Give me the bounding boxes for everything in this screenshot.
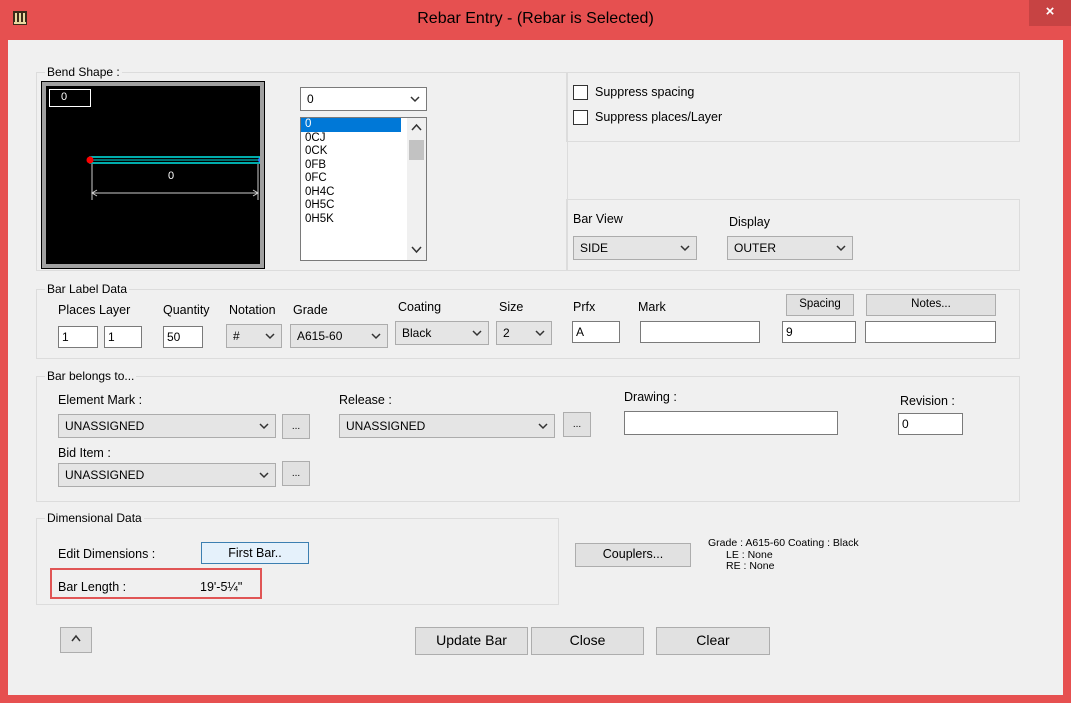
- release-browse-button[interactable]: ...: [563, 412, 591, 437]
- notation-value: #: [233, 329, 240, 343]
- release-select[interactable]: UNASSIGNED: [339, 414, 555, 438]
- bar-belongs-title: Bar belongs to...: [45, 369, 137, 383]
- clear-button[interactable]: Clear: [656, 627, 770, 655]
- bar-shape-drawing: [86, 156, 260, 200]
- chevron-down-icon: [410, 96, 420, 103]
- notation-label: Notation: [229, 303, 276, 317]
- bar-label-data-title: Bar Label Data: [45, 282, 130, 296]
- places-input[interactable]: 1: [58, 326, 98, 348]
- close-icon[interactable]: ×: [1029, 0, 1071, 26]
- chevron-down-icon: [535, 330, 545, 337]
- grade-select[interactable]: A615-60: [290, 324, 388, 348]
- drawing-label: Drawing :: [624, 390, 677, 404]
- spacing-button[interactable]: Spacing: [786, 294, 854, 316]
- quantity-label: Quantity: [163, 303, 210, 317]
- window-title: Rebar Entry - (Rebar is Selected): [417, 10, 654, 27]
- couplers-button[interactable]: Couplers...: [575, 543, 691, 567]
- chevron-down-icon[interactable]: [411, 246, 422, 254]
- update-bar-button[interactable]: Update Bar: [415, 627, 528, 655]
- bend-shape-select[interactable]: 0: [300, 87, 427, 111]
- suppress-spacing-checkbox[interactable]: [573, 85, 588, 100]
- notes-input[interactable]: [865, 321, 996, 343]
- chevron-down-icon: [836, 245, 846, 252]
- suppress-group: [566, 72, 1020, 142]
- bend-shape-canvas: 0 0: [41, 81, 265, 269]
- release-value: UNASSIGNED: [346, 419, 426, 433]
- highlight-box: [50, 568, 262, 599]
- chevron-down-icon: [265, 333, 275, 340]
- element-mark-value: UNASSIGNED: [65, 419, 145, 433]
- display-select[interactable]: OUTER: [727, 236, 853, 260]
- info-grade-coating: Grade : A615-60 Coating : Black: [708, 537, 859, 549]
- mark-input[interactable]: [640, 321, 760, 343]
- grade-value: A615-60: [297, 329, 343, 343]
- scroll-thumb[interactable]: [409, 140, 424, 160]
- size-value: 2: [503, 326, 510, 340]
- chevron-down-icon: [259, 423, 269, 430]
- chevron-down-icon: [680, 245, 690, 252]
- edit-dimensions-label: Edit Dimensions :: [58, 547, 156, 561]
- chevron-down-icon: [371, 333, 381, 340]
- bar-view-label: Bar View: [573, 212, 623, 226]
- bend-shape-title: Bend Shape :: [45, 65, 122, 79]
- dimension-label: 0: [168, 170, 175, 182]
- notation-select[interactable]: #: [226, 324, 282, 348]
- suppress-places-checkbox[interactable]: [573, 110, 588, 125]
- list-scrollbar[interactable]: [407, 118, 426, 260]
- revision-label: Revision :: [900, 394, 955, 408]
- suppress-places-label: Suppress places/Layer: [595, 110, 723, 124]
- release-label: Release :: [339, 393, 392, 407]
- title-bar: Rebar Entry - (Rebar is Selected) ×: [0, 0, 1071, 40]
- size-select[interactable]: 2: [496, 321, 552, 345]
- bid-item-label: Bid Item :: [58, 446, 111, 460]
- bend-shape-list[interactable]: 0 0CJ 0CK 0FB 0FC 0H4C 0H5C 0H5K: [300, 117, 427, 261]
- list-item[interactable]: 0: [301, 118, 401, 132]
- chevron-up-icon[interactable]: [411, 123, 422, 131]
- info-re: RE : None: [726, 560, 775, 572]
- drawing-input[interactable]: [624, 411, 838, 435]
- coating-value: Black: [402, 326, 432, 340]
- bend-shape-value: 0: [307, 92, 314, 106]
- coating-label: Coating: [398, 300, 442, 314]
- dimensional-data-title: Dimensional Data: [45, 511, 144, 525]
- first-bar-button[interactable]: First Bar..: [201, 542, 309, 564]
- bar-view-value: SIDE: [580, 241, 609, 255]
- bid-item-browse-button[interactable]: ...: [282, 461, 310, 486]
- bid-item-value: UNASSIGNED: [65, 468, 145, 482]
- prfx-label: Prfx: [573, 300, 596, 314]
- revision-input[interactable]: 0: [898, 413, 963, 435]
- bid-item-select[interactable]: UNASSIGNED: [58, 463, 276, 487]
- notes-button[interactable]: Notes...: [866, 294, 996, 316]
- grade-label: Grade: [293, 303, 328, 317]
- places-layer-label: Places Layer: [58, 303, 131, 317]
- layer-input[interactable]: 1: [104, 326, 142, 348]
- chevron-down-icon: [259, 472, 269, 479]
- chevron-down-icon: [538, 423, 548, 430]
- close-button[interactable]: Close: [531, 627, 644, 655]
- quantity-input[interactable]: 50: [163, 326, 203, 348]
- mark-label: Mark: [638, 300, 666, 314]
- collapse-button[interactable]: [60, 627, 92, 653]
- chevron-up-icon: [71, 634, 81, 642]
- dialog-body: Bend Shape : 0 0 0 0 0CJ 0CK 0FB 0FC 0H4…: [8, 40, 1063, 695]
- display-label: Display: [729, 215, 770, 229]
- bar-view-select[interactable]: SIDE: [573, 236, 697, 260]
- coating-select[interactable]: Black: [395, 321, 489, 345]
- display-value: OUTER: [734, 241, 776, 255]
- element-mark-browse-button[interactable]: ...: [282, 414, 310, 439]
- bar-view-group: [566, 199, 1020, 271]
- chevron-down-icon: [472, 330, 482, 337]
- element-mark-label: Element Mark :: [58, 393, 143, 407]
- app-window: Rebar Entry - (Rebar is Selected) × Bend…: [0, 0, 1071, 703]
- suppress-spacing-label: Suppress spacing: [595, 85, 695, 99]
- size-label: Size: [499, 300, 524, 314]
- element-mark-select[interactable]: UNASSIGNED: [58, 414, 276, 438]
- spacing-input[interactable]: 9: [782, 321, 856, 343]
- prfx-input[interactable]: A: [572, 321, 620, 343]
